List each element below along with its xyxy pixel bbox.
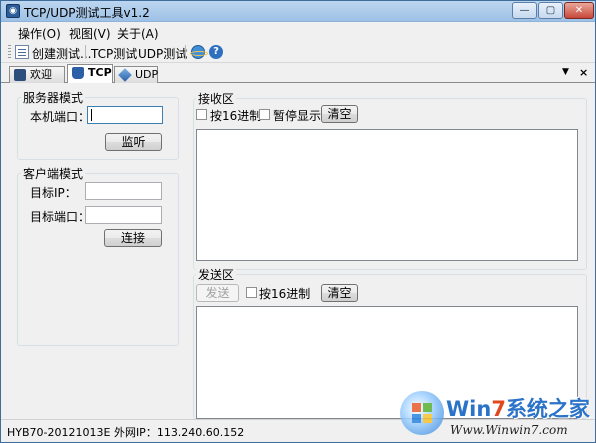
target-ip-label: 目标IP：	[30, 186, 77, 200]
send-clear-button[interactable]: 清空	[321, 284, 358, 302]
send-area-title: 发送区	[196, 266, 237, 283]
receive-hex-label: 按16进制	[210, 109, 262, 123]
close-button[interactable]: ✕	[564, 2, 594, 19]
toolbar: 创建测试... TCP测试 UDP测试 ?	[1, 41, 595, 63]
tab-list-dropdown-icon[interactable]: ▼	[562, 67, 569, 77]
ie-icon[interactable]	[190, 45, 208, 59]
welcome-icon	[14, 69, 26, 81]
tcp-test-button[interactable]: TCP测试	[91, 45, 137, 62]
send-hex-label: 按16进制	[259, 287, 311, 301]
receive-textarea[interactable]	[196, 129, 578, 261]
listen-button[interactable]: 监听	[105, 133, 162, 151]
tab-label: 欢迎	[30, 68, 52, 81]
menu-bar: 操作(O) 视图(V) 关于(A)	[1, 23, 595, 41]
watermark-title: Win7系统之家	[446, 397, 590, 421]
app-window: ◉ TCP/UDP测试工具v1.2 — ▢ ✕ 操作(O) 视图(V) 关于(A…	[0, 0, 596, 443]
tcp-tab-panel: 服务器模式 本机端口： 监听 客户端模式 目标IP： 目标端口： 连接 接收区 …	[3, 84, 593, 419]
help-icon[interactable]: ?	[209, 45, 223, 59]
client-mode-title: 客户端模式	[21, 165, 86, 182]
send-button[interactable]: 发送	[196, 284, 239, 302]
receive-hex-checkbox[interactable]	[196, 109, 207, 120]
tab-udp[interactable]: UDP	[114, 66, 158, 83]
target-port-label: 目标端口：	[30, 210, 91, 224]
toolbar-grip[interactable]	[8, 45, 11, 59]
menu-about[interactable]: 关于(A)	[117, 25, 159, 42]
server-mode-title: 服务器模式	[21, 89, 86, 106]
app-icon: ◉	[6, 4, 20, 18]
udp-icon	[118, 68, 132, 82]
watermark: Win7系统之家 Www.Winwin7.com	[396, 385, 596, 443]
tab-strip: 欢迎 TCP UDP ▼ ×	[1, 64, 595, 83]
title-bar[interactable]: ◉ TCP/UDP测试工具v1.2 — ▢ ✕	[1, 1, 595, 22]
create-test-button[interactable]: 创建测试...	[32, 45, 91, 62]
toolbar-separator	[185, 45, 186, 59]
tab-welcome[interactable]: 欢迎	[9, 66, 65, 83]
local-port-label: 本机端口：	[30, 110, 91, 124]
watermark-url: Www.Winwin7.com	[450, 423, 568, 437]
menu-operation[interactable]: 操作(O)	[18, 25, 61, 42]
send-hex-checkbox[interactable]	[246, 287, 257, 298]
tcp-icon	[72, 67, 84, 79]
tab-close-icon[interactable]: ×	[579, 66, 588, 79]
window-title: TCP/UDP测试工具v1.2	[24, 6, 150, 20]
menu-view[interactable]: 视图(V)	[69, 25, 111, 42]
minimize-button[interactable]: —	[512, 2, 537, 19]
receive-clear-button[interactable]: 清空	[321, 105, 358, 123]
text-caret	[91, 109, 92, 121]
tab-label: TCP	[88, 66, 112, 79]
udp-test-button[interactable]: UDP测试	[138, 45, 187, 62]
create-test-icon[interactable]	[15, 45, 29, 59]
toolbar-separator	[85, 45, 86, 59]
connect-button[interactable]: 连接	[104, 229, 162, 247]
tab-tcp[interactable]: TCP	[67, 64, 113, 83]
status-text: HYB70-20121013E 外网IP：113.240.60.152	[7, 426, 245, 439]
receive-area-title: 接收区	[196, 90, 237, 107]
pause-display-checkbox[interactable]	[259, 109, 270, 120]
target-port-input[interactable]	[85, 206, 162, 224]
local-port-input[interactable]	[87, 106, 163, 124]
pause-display-label: 暂停显示	[273, 109, 322, 123]
target-ip-input[interactable]	[85, 182, 162, 200]
maximize-button[interactable]: ▢	[538, 2, 563, 19]
windows-logo-icon	[400, 391, 444, 435]
tab-label: UDP	[135, 68, 159, 81]
